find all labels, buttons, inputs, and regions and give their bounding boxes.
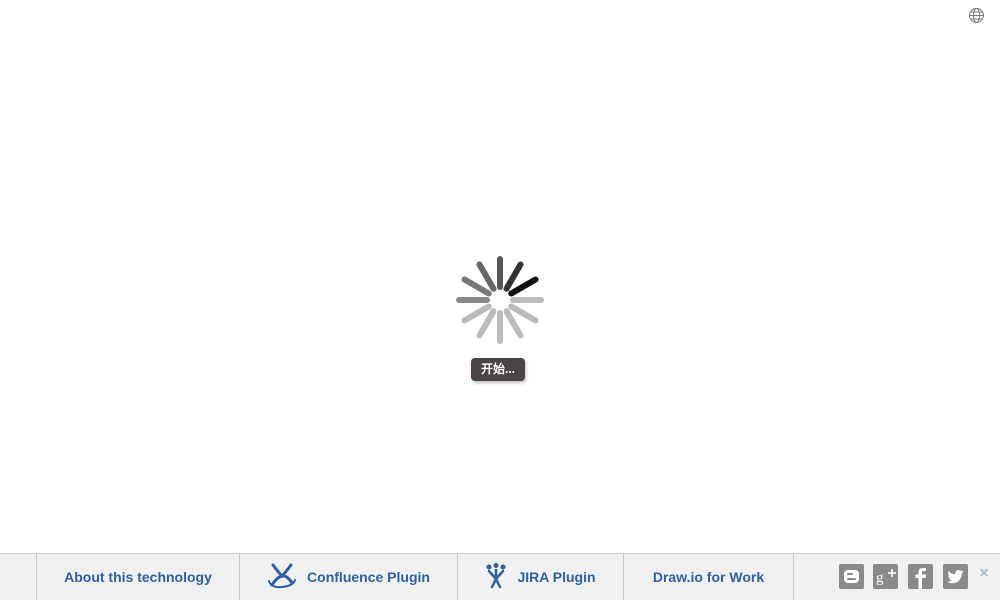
blogger-icon[interactable]: [839, 564, 864, 589]
jira-plugin-link[interactable]: JIRA Plugin: [458, 554, 623, 600]
close-icon[interactable]: ×: [976, 564, 992, 584]
spinner-spoke: [508, 303, 539, 324]
about-technology-label: About this technology: [64, 569, 212, 585]
google-plus-icon[interactable]: g: [873, 564, 898, 589]
drawio-for-work-label: Draw.io for Work: [652, 569, 765, 585]
jira-logo-icon: [485, 562, 507, 592]
about-technology-link[interactable]: About this technology: [37, 554, 239, 600]
spinner-spoke: [461, 276, 492, 297]
footer-bar: About this technology Confluence Plugin: [0, 553, 1000, 600]
twitter-icon[interactable]: [943, 564, 968, 589]
facebook-icon[interactable]: [908, 564, 933, 589]
confluence-plugin-label: Confluence Plugin: [307, 569, 430, 585]
spinner-spoke: [503, 261, 524, 292]
confluence-logo-icon: [267, 563, 297, 592]
drawio-for-work-link[interactable]: Draw.io for Work: [624, 554, 793, 600]
loading-spinner: [455, 255, 545, 345]
loading-status: 开始...: [471, 358, 526, 381]
confluence-plugin-link[interactable]: Confluence Plugin: [240, 554, 457, 600]
spinner-spoke: [476, 308, 497, 339]
jira-plugin-label: JIRA Plugin: [517, 569, 596, 585]
globe-icon[interactable]: [968, 7, 985, 24]
svg-text:g: g: [876, 570, 884, 586]
spinner-spoke: [508, 276, 539, 297]
footer-divider: [793, 554, 794, 600]
app-page: 开始... About this technology Confluence P…: [0, 0, 1000, 600]
spinner-spoke: [461, 303, 492, 324]
spinner-spoke: [476, 261, 497, 292]
spinner-spoke: [503, 308, 524, 339]
